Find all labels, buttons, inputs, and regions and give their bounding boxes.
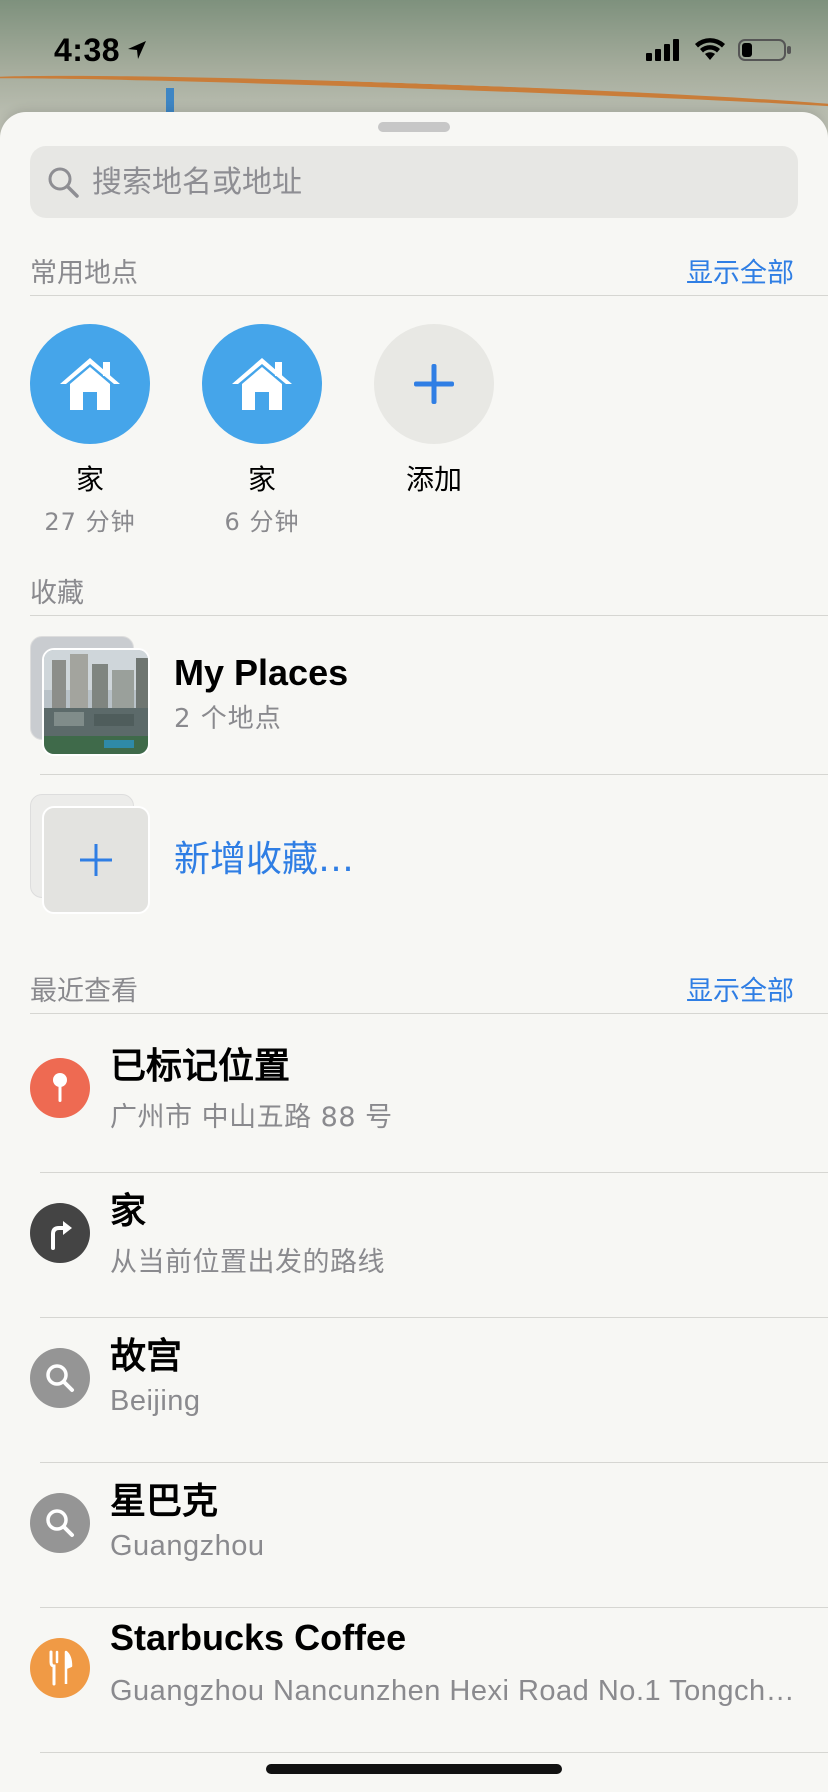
favorite-add-circle[interactable] xyxy=(374,324,494,444)
favorite-name: 添加 xyxy=(405,463,462,496)
favorite-eta: 6 分钟 xyxy=(224,508,300,536)
search-icon xyxy=(30,1493,90,1553)
favorites-title: 常用地点 xyxy=(30,258,138,289)
new-collection-label: 新增收藏… xyxy=(174,839,355,880)
recent-subtitle: 从当前位置出发的路线 xyxy=(110,1247,385,1278)
directions-icon xyxy=(30,1203,90,1263)
recents-header: 最近查看 显示全部 xyxy=(30,964,828,1014)
recents-show-all-link[interactable]: 显示全部 xyxy=(686,969,794,1008)
favorite-name: 家 xyxy=(75,463,104,496)
favorite-item-add[interactable]: 添加 xyxy=(374,324,494,537)
search-icon xyxy=(30,1348,90,1408)
fork-knife-icon xyxy=(30,1638,90,1698)
bottom-sheet: 常用地点 显示全部 家 27 分钟 家 xyxy=(0,112,828,1792)
collection-item-my-places[interactable]: My Places 2 个地点 xyxy=(0,618,828,774)
recent-title: Starbucks Coffee xyxy=(110,1617,407,1658)
collections-header: 收藏 xyxy=(30,566,828,616)
recent-title: 故宫 xyxy=(110,1336,183,1377)
recent-item[interactable]: 已标记位置 广州市 中山五路 88 号 xyxy=(0,1015,828,1160)
favorites-header: 常用地点 显示全部 xyxy=(30,246,828,296)
collection-thumbnail xyxy=(30,636,150,756)
plus-icon xyxy=(414,364,454,404)
favorite-home-circle[interactable] xyxy=(202,324,322,444)
location-arrow-icon xyxy=(128,41,147,59)
house-icon xyxy=(60,358,120,410)
collection-count: 2 个地点 xyxy=(174,704,282,734)
new-collection-thumbnail xyxy=(30,794,150,914)
status-time: 4:38 xyxy=(54,31,121,68)
favorite-eta: 27 分钟 xyxy=(44,508,136,536)
search-input[interactable] xyxy=(92,164,772,200)
new-collection-button[interactable]: 新增收藏… xyxy=(0,776,828,932)
recent-item[interactable]: 家 从当前位置出发的路线 xyxy=(0,1160,828,1305)
recent-item[interactable]: 星巴克 Guangzhou xyxy=(0,1450,828,1595)
home-indicator[interactable] xyxy=(266,1764,562,1774)
house-icon xyxy=(232,358,292,410)
search-icon xyxy=(48,167,79,198)
collection-text: My Places 2 个地点 xyxy=(174,652,348,735)
recent-title: 已标记位置 xyxy=(110,1046,291,1087)
pin-icon xyxy=(30,1058,90,1118)
divider xyxy=(40,774,828,775)
favorite-item-home-2[interactable]: 家 6 分钟 xyxy=(202,324,322,537)
divider xyxy=(40,1752,828,1753)
favorite-home-circle[interactable] xyxy=(30,324,150,444)
recent-title: 星巴克 xyxy=(110,1481,219,1522)
favorite-name: 家 xyxy=(247,463,276,496)
favorites-show-all-link[interactable]: 显示全部 xyxy=(686,251,794,290)
favorites-row: 家 27 分钟 家 6 分钟 添加 xyxy=(30,324,494,537)
status-bar: 4:38 xyxy=(0,0,828,100)
collection-title: My Places xyxy=(174,652,349,693)
new-collection-plus-tile xyxy=(42,806,150,914)
battery-icon xyxy=(738,39,791,61)
recent-subtitle: 广州市 中山五路 88 号 xyxy=(110,1102,393,1133)
cellular-signal-icon xyxy=(646,39,679,61)
recent-item[interactable]: Starbucks Coffee Guangzhou Nancunzhen He… xyxy=(0,1595,828,1740)
search-bar[interactable] xyxy=(30,146,798,218)
status-indicators xyxy=(646,38,792,62)
favorite-item-home-1[interactable]: 家 27 分钟 xyxy=(30,324,150,537)
status-time-group: 4:38 xyxy=(54,32,148,69)
recent-title: 家 xyxy=(110,1191,147,1232)
recent-item[interactable]: 故宫 Beijing xyxy=(0,1305,828,1450)
recent-subtitle: Guangzhou Nancunzhen Hexi Road No.1 Tong… xyxy=(110,1675,796,1707)
recents-title: 最近查看 xyxy=(30,976,138,1007)
recent-subtitle: Guangzhou xyxy=(110,1530,265,1562)
plus-icon xyxy=(80,844,112,876)
recent-subtitle: Beijing xyxy=(110,1385,201,1417)
sheet-grabber[interactable] xyxy=(378,122,450,132)
new-collection-text: 新增收藏… xyxy=(174,830,354,882)
wifi-icon xyxy=(695,38,725,60)
city-photo-thumbnail xyxy=(42,648,150,756)
collections-title: 收藏 xyxy=(30,578,84,609)
